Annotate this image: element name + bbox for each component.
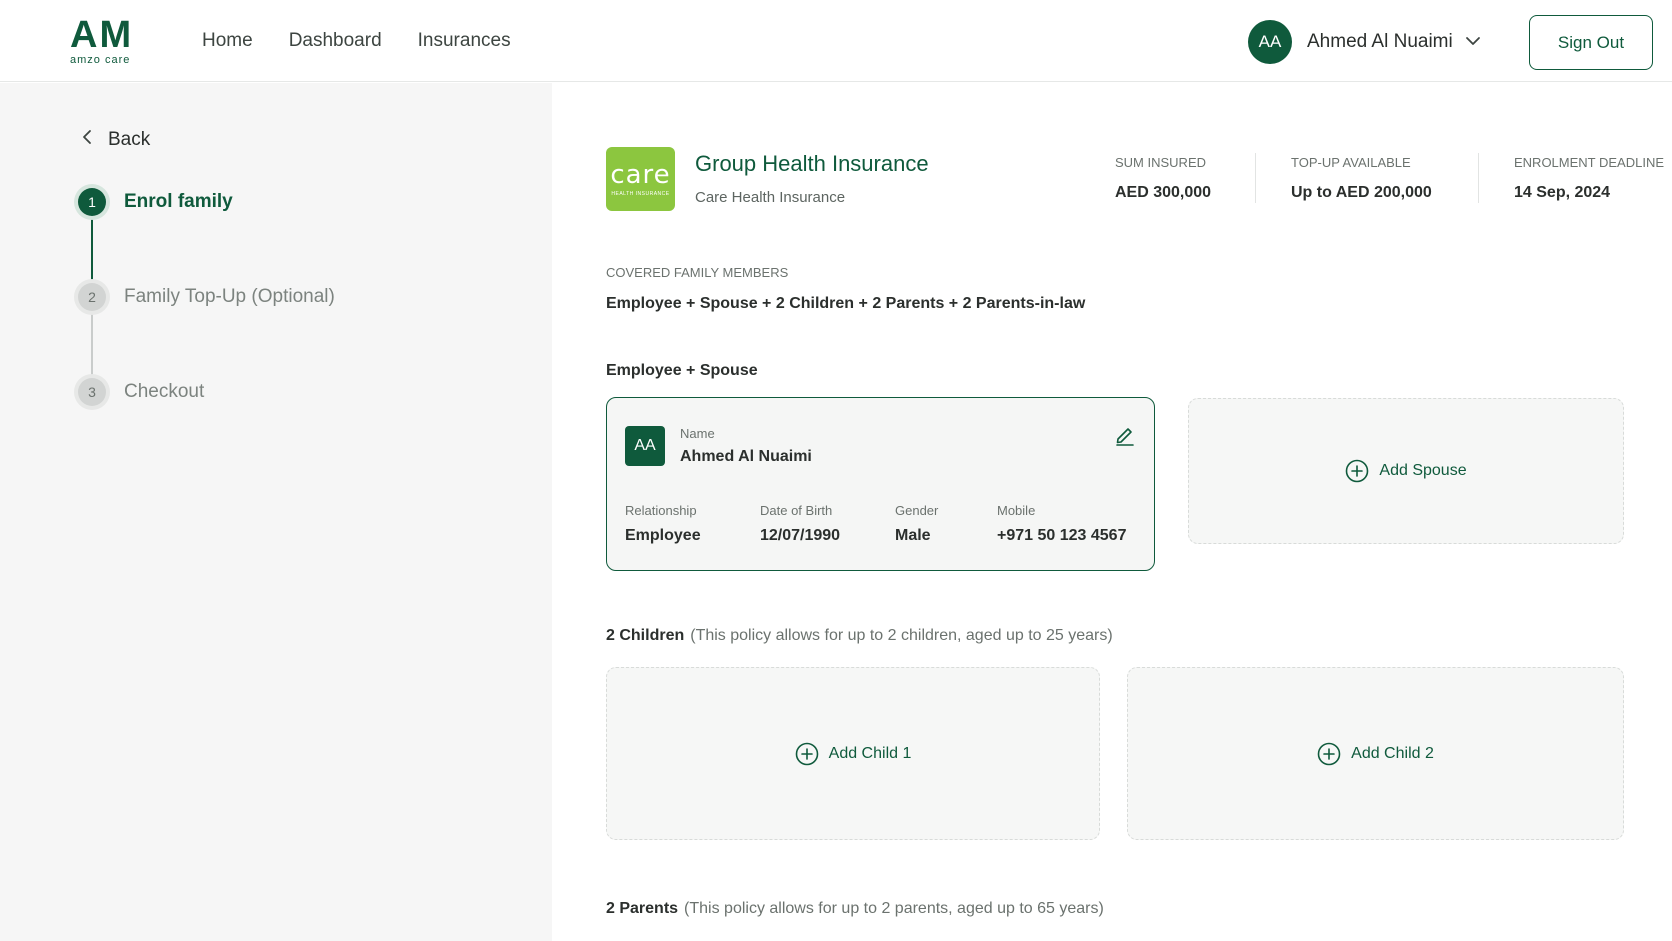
edit-icon[interactable] (1114, 424, 1136, 446)
nav-home[interactable]: Home (202, 30, 253, 52)
nav-insurances[interactable]: Insurances (418, 30, 511, 52)
field-label: Relationship (625, 503, 697, 518)
field-gender: Gender Male (895, 503, 938, 545)
stat-value: 14 Sep, 2024 (1514, 184, 1611, 201)
step-enrol-family[interactable]: 1 Enrol family (78, 188, 233, 216)
add-child-2-button[interactable]: Add Child 2 (1127, 667, 1624, 840)
user-menu[interactable]: AA Ahmed Al Nuaimi (1248, 20, 1481, 64)
stat-label: TOP-UP AVAILABLE (1291, 155, 1411, 170)
care-logo-text: care (610, 159, 671, 190)
plus-circle-icon (1346, 459, 1369, 483)
top-header: AM amzo care Home Dashboard Insurances A… (0, 0, 1672, 82)
nav-dashboard[interactable]: Dashboard (289, 30, 382, 52)
step-number: 1 (78, 188, 106, 216)
policy-provider: Care Health Insurance (695, 189, 846, 206)
add-spouse-label: Add Spouse (1379, 462, 1467, 479)
logo-mark: AM (70, 14, 134, 56)
main-nav: Home Dashboard Insurances (202, 30, 511, 52)
step-connector (91, 311, 93, 378)
step-connector (91, 216, 93, 283)
field-label: Gender (895, 503, 939, 518)
step-label: Enrol family (124, 191, 233, 212)
step-number: 2 (78, 283, 106, 311)
stat-divider (1255, 153, 1256, 203)
employee-card: AA Name Ahmed Al Nuaimi Relationship Emp… (606, 397, 1155, 571)
field-value: +971 50 123 4567 (997, 527, 1127, 544)
children-title: 2 Children (606, 627, 685, 644)
field-date-of-birth: Date of Birth 12/07/1990 (760, 503, 840, 545)
field-label: Date of Birth (760, 503, 833, 518)
user-name: Ahmed Al Nuaimi (1307, 31, 1453, 52)
care-logo-sub: HEALTH INSURANCE (611, 190, 670, 197)
main-content: care HEALTH INSURANCE Group Health Insur… (552, 83, 1672, 941)
enrolment-sidebar: Back 1 Enrol family 2 Family Top-Up (Opt… (0, 83, 552, 941)
covered-members-label: COVERED FAMILY MEMBERS (606, 265, 789, 280)
stat-value: AED 300,000 (1115, 184, 1212, 201)
employee-name-label: Name (680, 426, 715, 441)
stat-value: Up to AED 200,000 (1291, 184, 1432, 201)
sign-out-button[interactable]: Sign Out (1529, 15, 1653, 70)
section-parents-title: 2 Parents (This policy allows for up to 2… (606, 900, 1104, 918)
covered-members-value: Employee + Spouse + 2 Children + 2 Paren… (606, 295, 1086, 312)
add-child-2-label: Add Child 2 (1351, 744, 1434, 762)
stat-sum-insured: SUM INSURED AED 300,000 (1115, 155, 1211, 202)
stat-deadline: ENROLMENT DEADLINE 14 Sep, 2024 (1514, 155, 1664, 202)
step-checkout[interactable]: 3 Checkout (78, 378, 204, 406)
field-value: Employee (625, 527, 701, 544)
section-children-title: 2 Children (This policy allows for up to … (606, 627, 1113, 645)
step-label: Checkout (124, 381, 205, 402)
chevron-left-icon (82, 129, 92, 151)
field-label: Mobile (997, 503, 1036, 518)
stat-label: ENROLMENT DEADLINE (1514, 155, 1665, 170)
parents-title: 2 Parents (606, 900, 679, 917)
care-insurance-logo: care HEALTH INSURANCE (606, 147, 675, 211)
stat-divider (1478, 153, 1479, 203)
stat-label: SUM INSURED (1115, 155, 1207, 170)
plus-circle-icon (795, 742, 818, 765)
policy-title: Group Health Insurance (695, 151, 929, 176)
logo-sub: amzo care (70, 54, 131, 66)
back-link[interactable]: Back (82, 129, 150, 151)
add-child-1-button[interactable]: Add Child 1 (606, 667, 1100, 840)
field-mobile: Mobile +971 50 123 4567 (997, 503, 1126, 545)
back-label: Back (108, 129, 151, 150)
field-value: 12/07/1990 (760, 527, 841, 544)
employee-avatar: AA (625, 426, 665, 466)
step-number: 3 (78, 378, 106, 406)
stat-top-up: TOP-UP AVAILABLE Up to AED 200,000 (1291, 155, 1432, 202)
step-family-top-up[interactable]: 2 Family Top-Up (Optional) (78, 283, 335, 311)
section-employee-spouse-title: Employee + Spouse (606, 362, 758, 379)
children-note: (This policy allows for up to 2 children… (690, 627, 1113, 644)
add-child-1-label: Add Child 1 (828, 744, 912, 762)
plus-circle-icon (1317, 742, 1341, 765)
step-label: Family Top-Up (Optional) (124, 286, 335, 307)
employee-name: Ahmed Al Nuaimi (680, 448, 812, 465)
add-spouse-button[interactable]: Add Spouse (1188, 398, 1624, 544)
field-value: Male (895, 527, 931, 544)
amzo-care-logo[interactable]: AM amzo care (70, 14, 150, 68)
field-relationship: Relationship Employee (625, 503, 701, 545)
chevron-down-icon[interactable] (1465, 33, 1481, 51)
parents-note: (This policy allows for up to 2 parents,… (684, 900, 1104, 917)
user-avatar: AA (1248, 20, 1292, 64)
